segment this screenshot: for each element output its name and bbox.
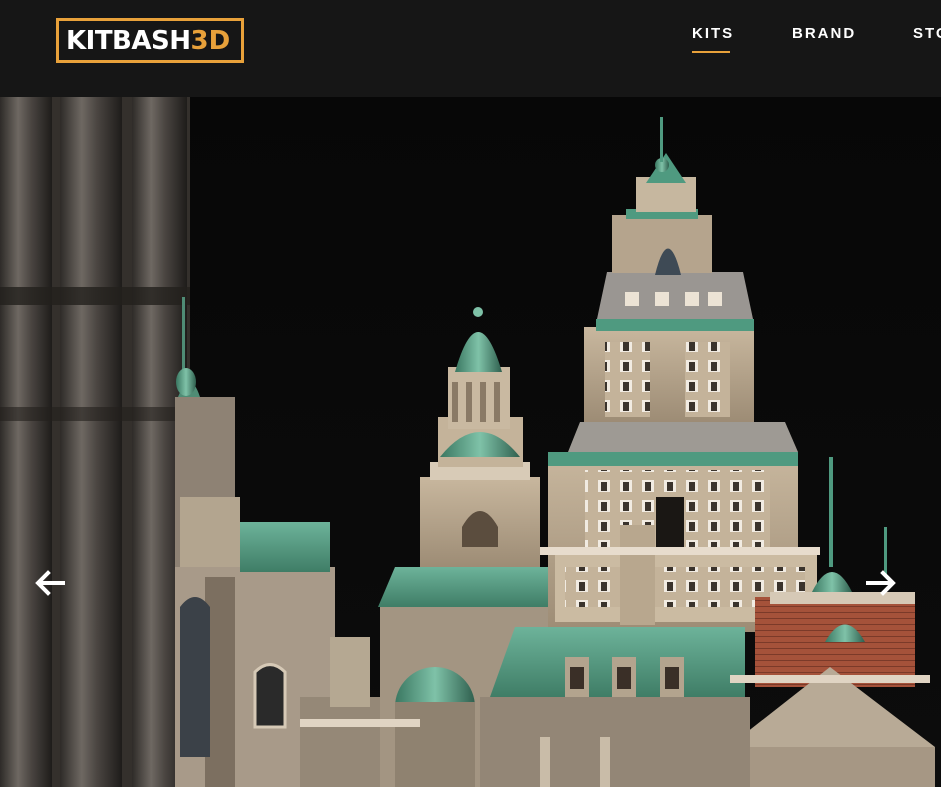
arrow-right-icon: [866, 570, 896, 596]
hero-image: [0, 97, 941, 787]
nav-item-kits[interactable]: KITS: [692, 25, 735, 53]
site-header: KITBASH3D KITS BRAND STO: [0, 0, 941, 97]
carousel-next-button[interactable]: [864, 566, 898, 600]
active-indicator: [692, 51, 730, 53]
arrow-left-icon: [35, 570, 65, 596]
hero-carousel: [0, 97, 941, 787]
nav-label: KITS: [692, 25, 735, 42]
carousel-prev-button[interactable]: [33, 566, 67, 600]
nav-item-brand[interactable]: BRAND: [792, 25, 856, 42]
nav-item-store[interactable]: STO: [913, 25, 941, 42]
logo-accent: 3D: [190, 25, 231, 56]
nav-label: STO: [913, 25, 941, 42]
kitbash3d-logo[interactable]: KITBASH 3D: [56, 18, 244, 63]
nav-label: BRAND: [792, 25, 857, 42]
logo-text: KITBASH: [66, 25, 191, 56]
